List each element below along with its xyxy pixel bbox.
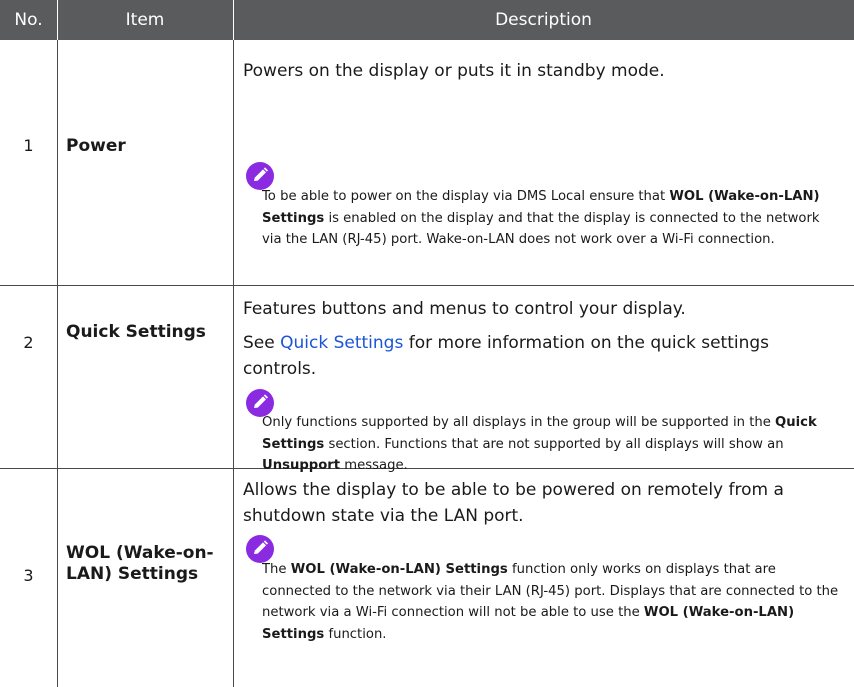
row-description: Features buttons and menus to control yo… — [243, 299, 686, 319]
header-item: Item — [125, 10, 165, 30]
row-description-see: See Quick Settings for more information … — [243, 333, 770, 379]
header-description: Description — [495, 10, 592, 30]
row-description: Powers on the display or puts it in stan… — [243, 61, 665, 81]
row-number: 2 — [23, 333, 34, 352]
row-item: Power — [66, 136, 126, 156]
header-no: No. — [14, 10, 43, 30]
note-text: To be able to power on the display via D… — [262, 189, 820, 247]
quick-settings-link[interactable]: Quick Settings — [280, 333, 403, 353]
table-header: No. Item Description — [0, 0, 854, 40]
row-item: WOL (Wake-on-LAN) Settings — [66, 543, 214, 584]
row-item: Quick Settings — [66, 322, 206, 342]
row-description: Allows the display to be able to be powe… — [243, 480, 784, 526]
row-divider — [0, 285, 854, 286]
row-number: 1 — [23, 136, 34, 155]
row-number: 3 — [23, 566, 34, 585]
description-table: No. Item Description 1 Power Powers on t… — [0, 0, 854, 687]
note-text: Only functions supported by all displays… — [262, 415, 817, 473]
column-divider — [57, 40, 58, 687]
note-text: The WOL (Wake-on-LAN) Settings function … — [262, 562, 839, 642]
column-divider — [233, 40, 234, 687]
